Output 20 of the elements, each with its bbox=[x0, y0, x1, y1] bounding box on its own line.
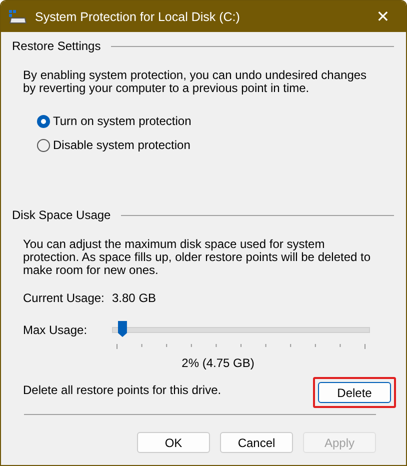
current-usage-value: 3.80 GB bbox=[112, 291, 156, 305]
radio-label[interactable]: Turn on system protection bbox=[53, 114, 192, 128]
group-title: Disk Space Usage bbox=[12, 208, 111, 222]
window-title: System Protection for Local Disk (C:) bbox=[35, 10, 241, 24]
description-text: You can adjust the maximum disk space used for system protection. As space fills up, older restore points will be deleted to make room for new ones. bbox=[23, 238, 372, 277]
close-button[interactable]: ✕ bbox=[360, 1, 406, 32]
radio-button[interactable] bbox=[37, 114, 50, 128]
drive-icon bbox=[9, 10, 27, 24]
current-usage-label: Current Usage: bbox=[23, 291, 106, 305]
radio-button[interactable] bbox=[37, 138, 50, 152]
dialog-button[interactable]: OK bbox=[137, 432, 210, 453]
max-usage-label: Max Usage: bbox=[23, 323, 88, 337]
radio-label[interactable]: Disable system protection bbox=[53, 138, 190, 152]
description-text: By enabling system protection, you can undo undesired changes by reverting your computer to a previous point in time. bbox=[23, 69, 368, 95]
delete-button[interactable]: Delete bbox=[318, 382, 391, 403]
dialog-button[interactable]: Cancel bbox=[220, 432, 293, 453]
max-usage-reading: 2% (4.75 GB) bbox=[180, 356, 256, 370]
group-title: Restore Settings bbox=[12, 39, 101, 53]
delete-text: Delete all restore points for this drive. bbox=[23, 383, 222, 397]
slider-thumb[interactable] bbox=[118, 321, 127, 337]
